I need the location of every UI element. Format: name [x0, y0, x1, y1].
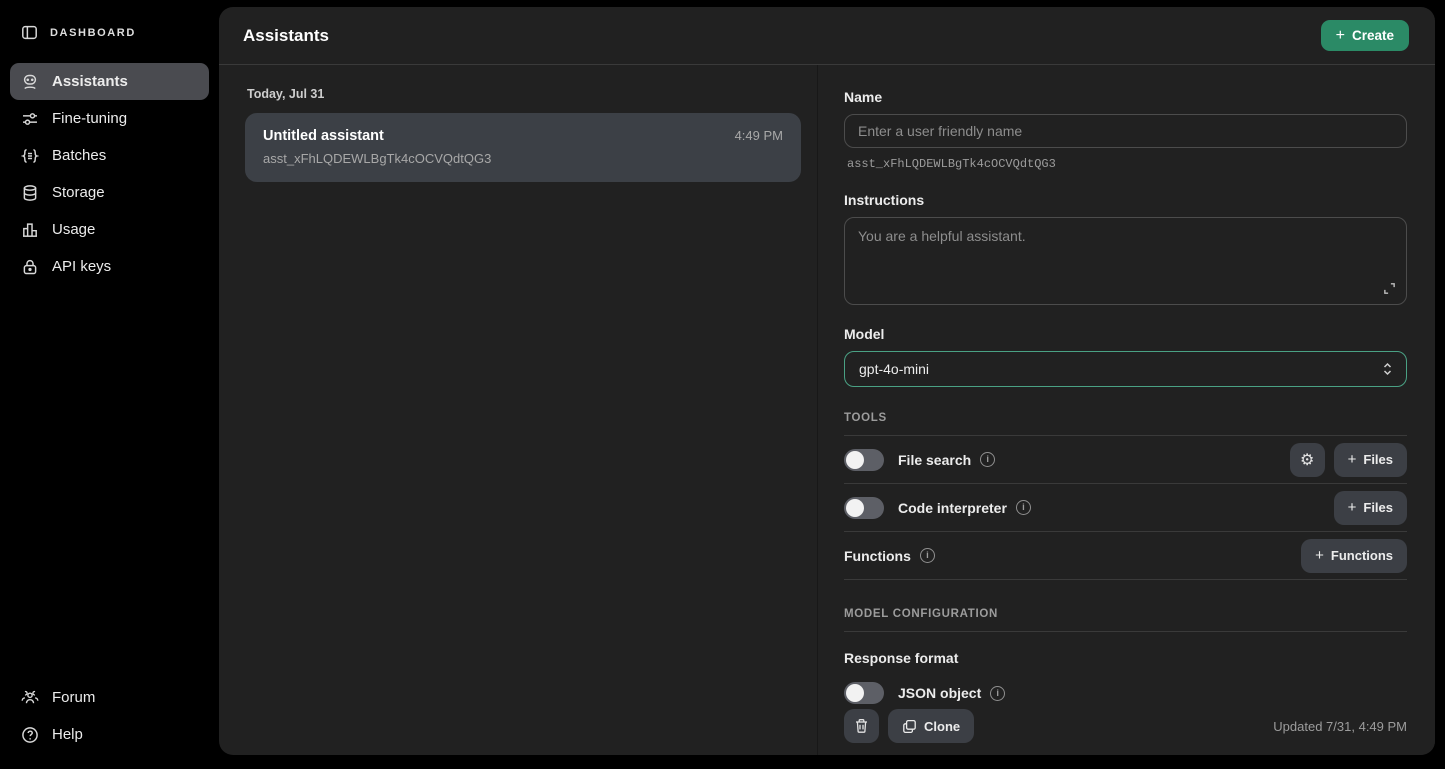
sidebar-footer: Forum Help — [10, 679, 209, 753]
assistant-list-item[interactable]: Untitled assistant 4:49 PM asst_xFhLQDEW… — [245, 113, 801, 182]
info-icon[interactable]: i — [1016, 500, 1031, 515]
clone-copy-icon — [902, 719, 917, 734]
sidebar-item-batches[interactable]: Batches — [10, 137, 209, 174]
assistants-icon — [21, 73, 39, 91]
assistant-id-readout: asst_xFhLQDEWLBgTk4cOCVQdtQG3 — [847, 157, 1407, 171]
info-icon[interactable]: i — [990, 686, 1005, 701]
sidebar: DASHBOARD Assistants Fine-tuning — [0, 0, 219, 769]
name-label: Name — [844, 89, 1407, 105]
file-search-settings-button[interactable]: ⚙ — [1290, 443, 1325, 477]
assistant-time: 4:49 PM — [735, 128, 783, 143]
delete-button[interactable] — [844, 709, 879, 743]
sidebar-item-forum[interactable]: Forum — [10, 679, 209, 716]
name-input[interactable] — [844, 114, 1407, 148]
file-search-toggle[interactable] — [844, 449, 884, 471]
sidebar-item-help[interactable]: Help — [10, 716, 209, 753]
main-panel: Assistants + Create Today, Jul 31 Untitl… — [219, 7, 1435, 755]
json-object-label: JSON object — [898, 685, 981, 701]
assistant-detail-panel: Name asst_xFhLQDEWLBgTk4cOCVQdtQG3 Instr… — [818, 65, 1435, 755]
instructions-textarea[interactable] — [844, 217, 1407, 305]
code-interpreter-label: Code interpreter — [898, 500, 1007, 516]
sidebar-item-label: Usage — [52, 221, 95, 238]
json-object-row: JSON object i — [844, 681, 1407, 705]
clone-button[interactable]: Clone — [888, 709, 974, 743]
sidebar-item-label: Fine-tuning — [52, 110, 127, 127]
content-area: Today, Jul 31 Untitled assistant 4:49 PM… — [219, 65, 1435, 755]
model-select-value: gpt-4o-mini — [859, 361, 929, 377]
expand-icon[interactable] — [1383, 282, 1396, 295]
sidebar-nav: Assistants Fine-tuning Batches — [0, 57, 219, 285]
model-label: Model — [844, 326, 1407, 342]
model-select[interactable]: gpt-4o-mini — [844, 351, 1407, 387]
code-interpreter-toggle[interactable] — [844, 497, 884, 519]
sidebar-item-usage[interactable]: Usage — [10, 211, 209, 248]
model-configuration-header: MODEL CONFIGURATION — [844, 608, 1407, 632]
sidebar-item-label: API keys — [52, 258, 111, 275]
plus-icon: + — [1315, 547, 1324, 564]
help-circle-icon — [21, 726, 39, 744]
file-search-actions: ⚙ + Files — [1290, 443, 1407, 477]
sidebar-item-label: Storage — [52, 184, 105, 201]
plus-icon: + — [1348, 451, 1357, 468]
add-functions-label: Functions — [1331, 548, 1393, 563]
create-button-label: Create — [1352, 28, 1394, 43]
sidebar-item-label: Assistants — [52, 73, 128, 90]
file-search-row: File search i ⚙ + Files — [844, 436, 1407, 484]
toggle-knob — [846, 684, 864, 702]
toggle-knob — [846, 451, 864, 469]
info-icon[interactable]: i — [980, 452, 995, 467]
plus-icon: + — [1348, 499, 1357, 516]
dashboard-panel-icon — [20, 24, 38, 41]
forum-people-icon — [21, 689, 39, 707]
instructions-field-wrap — [844, 217, 1407, 305]
json-object-toggle[interactable] — [844, 682, 884, 704]
main-header: Assistants + Create — [219, 7, 1435, 65]
add-functions-button[interactable]: + Functions — [1301, 539, 1407, 573]
sidebar-item-fine-tuning[interactable]: Fine-tuning — [10, 100, 209, 137]
storage-icon — [21, 184, 39, 202]
code-interpreter-add-files-button[interactable]: + Files — [1334, 491, 1407, 525]
plus-icon: + — [1336, 28, 1345, 44]
fine-tuning-icon — [21, 110, 39, 128]
sidebar-item-storage[interactable]: Storage — [10, 174, 209, 211]
sidebar-item-api-keys[interactable]: API keys — [10, 248, 209, 285]
functions-label: Functions — [844, 548, 911, 564]
assistant-name: Untitled assistant — [263, 128, 384, 144]
code-interpreter-row: Code interpreter i + Files — [844, 484, 1407, 532]
page-title: Assistants — [243, 26, 329, 46]
instructions-label: Instructions — [844, 192, 1407, 208]
updated-timestamp: Updated 7/31, 4:49 PM — [1273, 719, 1407, 734]
lock-icon — [21, 258, 39, 276]
info-icon[interactable]: i — [920, 548, 935, 563]
clone-button-label: Clone — [924, 719, 960, 734]
date-group-label: Today, Jul 31 — [247, 87, 801, 101]
file-search-label: File search — [898, 452, 971, 468]
sidebar-header[interactable]: DASHBOARD — [0, 0, 219, 57]
detail-footer: Clone Updated 7/31, 4:49 PM — [818, 705, 1435, 755]
batches-icon — [21, 147, 39, 165]
sidebar-item-label: Help — [52, 726, 83, 743]
file-search-add-files-button[interactable]: + Files — [1334, 443, 1407, 477]
create-button[interactable]: + Create — [1321, 20, 1409, 51]
functions-row: Functions i + Functions — [844, 532, 1407, 580]
gear-icon: ⚙ — [1300, 450, 1314, 470]
assistants-list: Today, Jul 31 Untitled assistant 4:49 PM… — [219, 65, 818, 755]
response-format-label: Response format — [844, 650, 1407, 666]
tools-section-header: TOOLS — [844, 412, 1407, 436]
sidebar-item-label: Forum — [52, 689, 95, 706]
assistant-list-item-header: Untitled assistant 4:49 PM — [263, 128, 783, 144]
add-files-label: Files — [1363, 452, 1393, 467]
toggle-knob — [846, 499, 864, 517]
sidebar-header-label: DASHBOARD — [50, 27, 136, 39]
chevron-up-down-icon — [1382, 362, 1393, 376]
add-files-label: Files — [1363, 500, 1393, 515]
usage-icon — [21, 221, 39, 239]
sidebar-item-assistants[interactable]: Assistants — [10, 63, 209, 100]
assistant-id: asst_xFhLQDEWLBgTk4cOCVQdtQG3 — [263, 151, 783, 166]
sidebar-item-label: Batches — [52, 147, 106, 164]
